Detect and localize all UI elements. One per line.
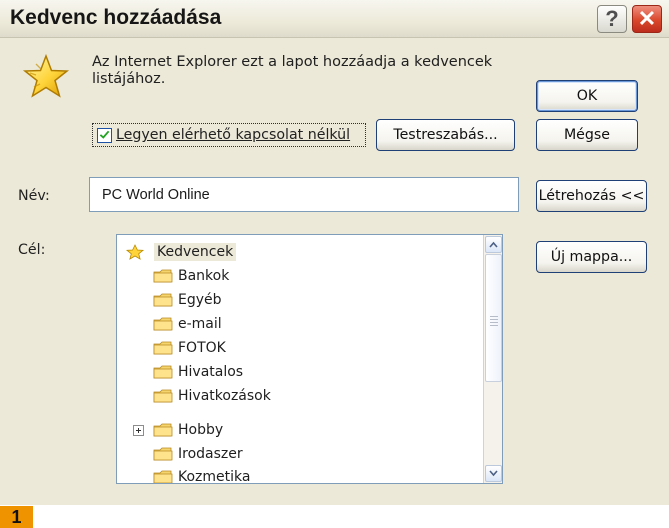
ok-button[interactable]: OK [536, 80, 638, 112]
offline-checkbox-control[interactable]: Legyen elérhető kapcsolat nélkül [92, 123, 366, 147]
tree-item-label: Bankok [178, 268, 230, 284]
tree-folder-egyeb[interactable]: Egyéb [153, 290, 222, 310]
dialog-description: Az Internet Explorer ezt a lapot hozzáad… [92, 54, 517, 88]
figure-number-badge: 1 [0, 506, 33, 528]
folder-icon [153, 447, 173, 461]
scroll-grip-line [490, 325, 498, 326]
tree-item-label: Hobby [178, 422, 224, 438]
tree-folder-e-mail[interactable]: e-mail [153, 314, 222, 334]
add-favorite-dialog: Kedvenc hozzáadása ? ✕ Az Internet Explo… [0, 0, 669, 505]
folder-icon [153, 423, 173, 437]
cancel-button-label: Mégse [563, 127, 611, 143]
tree-folder-hobby[interactable]: Hobby [153, 420, 223, 440]
folder-tree[interactable]: Kedvencek Bankok Egyéb e-mail FOTOK Hiva… [116, 234, 503, 484]
close-button[interactable]: ✕ [632, 5, 662, 33]
folder-icon [153, 341, 173, 355]
tree-folder-bankok[interactable]: Bankok [153, 266, 229, 286]
check-icon [99, 130, 110, 139]
tree-folder-hivatkozasok[interactable]: Hivatkozások [153, 386, 271, 406]
chevron-up-icon [489, 241, 498, 248]
scroll-grip-line [490, 322, 498, 323]
create-in-button-label: Létrehozás << [538, 188, 645, 204]
tree-root-kedvencek[interactable]: Kedvencek [125, 242, 237, 262]
cancel-button[interactable]: Mégse [536, 119, 638, 151]
tree-folder-fotok[interactable]: FOTOK [153, 338, 226, 358]
star-icon [22, 53, 70, 98]
tree-folder-hivatalos[interactable]: Hivatalos [153, 362, 243, 382]
scroll-down-button[interactable] [485, 465, 502, 482]
create-in-button[interactable]: Létrehozás << [536, 180, 647, 212]
tree-item-label: Hivatkozások [178, 388, 271, 404]
title-bar: Kedvenc hozzáadása ? ✕ [0, 0, 669, 38]
folder-icon [153, 389, 173, 403]
close-icon: ✕ [637, 6, 657, 31]
customize-button-label: Testreszabás... [393, 127, 498, 143]
offline-checkbox[interactable] [97, 127, 112, 143]
target-label: Cél: [18, 242, 46, 258]
customize-button[interactable]: Testreszabás... [376, 119, 515, 151]
ok-button-label: OK [576, 88, 598, 104]
folder-icon [153, 293, 173, 307]
folder-icon [153, 365, 173, 379]
chevron-down-icon [489, 470, 498, 477]
new-folder-button-label: Új mappa... [550, 249, 633, 265]
description-line-1: Az Internet Explorer ezt a lapot hozzáad… [92, 54, 493, 70]
tree-item-label: Kozmetika [178, 469, 251, 484]
folder-icon [153, 470, 173, 483]
offline-checkbox-label: Legyen elérhető kapcsolat nélkül [116, 127, 351, 143]
tree-item-label: Egyéb [178, 292, 222, 308]
tree-root-label: Kedvencek [154, 243, 237, 261]
tree-folder-irodaszer[interactable]: Irodaszer [153, 444, 243, 464]
tree-item-label: Hivatalos [178, 364, 244, 380]
scroll-thumb[interactable] [485, 254, 502, 382]
name-label: Név: [18, 188, 50, 204]
description-line-2: listájához. [92, 71, 166, 87]
scroll-grip-line [490, 316, 498, 317]
expand-hobby-icon[interactable] [133, 425, 144, 436]
tree-item-label: FOTOK [178, 340, 226, 356]
help-button[interactable]: ? [597, 5, 627, 33]
tree-folder-kozmetika[interactable]: Kozmetika [153, 467, 251, 484]
folder-icon [153, 317, 173, 331]
folder-icon [153, 269, 173, 283]
name-input[interactable]: PC World Online [89, 177, 519, 212]
folder-tree-scrollbar[interactable] [483, 235, 502, 483]
scroll-up-button[interactable] [485, 236, 502, 253]
tree-item-label: Irodaszer [178, 446, 243, 462]
star-icon [125, 244, 145, 260]
help-icon: ? [605, 6, 619, 31]
new-folder-button[interactable]: Új mappa... [536, 241, 647, 273]
window-title: Kedvenc hozzáadása [10, 6, 222, 29]
tree-item-label: e-mail [178, 316, 222, 332]
scroll-grip-line [490, 319, 498, 320]
